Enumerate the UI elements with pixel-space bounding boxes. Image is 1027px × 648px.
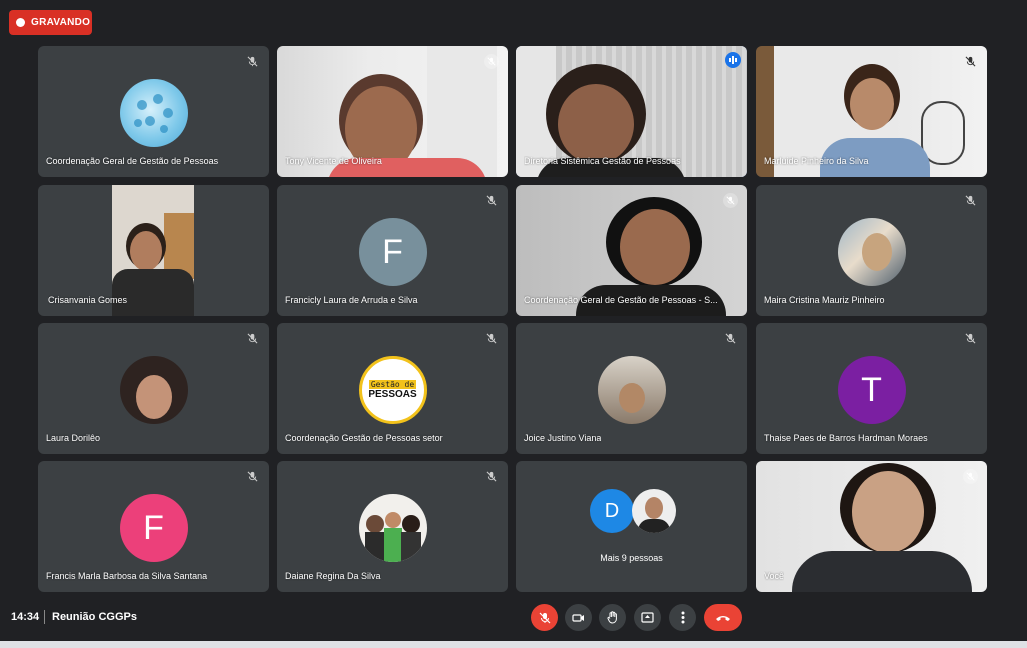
hand-icon — [606, 611, 617, 624]
mic-off-icon — [484, 469, 499, 484]
divider — [44, 610, 45, 624]
participant-name: Marluide Pinheiro da Silva — [764, 156, 869, 166]
participant-tile[interactable]: Crisanvania Gomes — [38, 185, 269, 316]
camera-icon — [572, 613, 584, 622]
participant-avatar — [597, 356, 666, 424]
mic-off-icon — [245, 54, 260, 69]
participant-name: Daiane Regina Da Silva — [285, 571, 381, 581]
participant-tile[interactable]: Coordenação Geral de Gestão de Pessoas — [38, 46, 269, 177]
participant-avatar: F — [119, 494, 188, 562]
present-icon — [641, 612, 654, 623]
participant-tile[interactable]: Daiane Regina Da Silva — [277, 461, 508, 592]
participant-tile[interactable]: F Francicly Laura de Arruda e Silva — [277, 185, 508, 316]
mic-off-icon — [245, 331, 260, 346]
mic-off-icon — [484, 331, 499, 346]
participant-tile[interactable]: Marluide Pinheiro da Silva — [756, 46, 987, 177]
mic-off-icon — [963, 469, 978, 484]
more-participants-tile[interactable]: D Mais 9 pessoas — [516, 461, 747, 592]
participant-tile[interactable]: Gestão de PESSOAS Coordenação Gestão de … — [277, 323, 508, 454]
mic-off-icon — [963, 193, 978, 208]
mic-off-icon — [963, 54, 978, 69]
end-call-button[interactable] — [704, 604, 742, 631]
participant-name: Coordenação Gestão de Pessoas setor — [285, 433, 443, 443]
participant-tile[interactable]: T Thaise Paes de Barros Hardman Moraes — [756, 323, 987, 454]
self-video — [756, 461, 987, 592]
participant-name: Laura Dorilêo — [46, 433, 101, 443]
present-screen-button[interactable] — [634, 604, 661, 631]
participant-name: Coordenação Geral de Gestão de Pessoas — [46, 156, 219, 166]
participant-avatar: T — [837, 356, 906, 424]
participant-name: Maira Cristina Mauriz Pinheiro — [764, 295, 885, 305]
participant-name: Joice Justino Viana — [524, 433, 602, 443]
os-taskbar — [0, 641, 1027, 648]
record-dot-icon — [16, 18, 25, 27]
meeting-controls-bar: 14:34 Reunião CGGPs — [0, 597, 1027, 641]
participant-tile[interactable]: Maira Cristina Mauriz Pinheiro — [756, 185, 987, 316]
self-tile[interactable]: Você — [756, 461, 987, 592]
mic-off-icon — [484, 54, 499, 69]
participant-tile[interactable]: Coordenação Geral de Gestão de Pessoas -… — [516, 185, 747, 316]
more-participants-label: Mais 9 pessoas — [600, 553, 663, 563]
mic-off-icon — [963, 331, 978, 346]
participant-name: Thaise Paes de Barros Hardman Moraes — [764, 433, 928, 443]
mic-off-icon — [539, 612, 550, 623]
speaking-indicator-icon — [725, 52, 741, 68]
participant-name: Crisanvania Gomes — [48, 295, 128, 305]
participant-avatar — [632, 489, 676, 533]
participant-avatar-logo: Gestão de PESSOAS — [358, 356, 427, 424]
participant-avatar — [119, 79, 188, 147]
meeting-time: 14:34 — [11, 611, 40, 623]
recording-badge: GRAVANDO — [9, 10, 92, 35]
participant-tile[interactable]: Joice Justino Viana — [516, 323, 747, 454]
more-vert-icon — [681, 611, 684, 624]
self-name: Você — [764, 571, 785, 581]
recording-label: GRAVANDO — [31, 17, 91, 28]
mic-off-icon — [723, 193, 738, 208]
participant-tile[interactable]: Tony Vicente de Oliveira — [277, 46, 508, 177]
meeting-title: Reunião CGGPs — [52, 611, 137, 623]
mic-off-icon — [245, 469, 260, 484]
participant-name: Francis Marla Barbosa da Silva Santana — [46, 571, 208, 581]
participant-tile[interactable]: F Francis Marla Barbosa da Silva Santana — [38, 461, 269, 592]
logo-bottom-text: PESSOAS — [368, 389, 417, 400]
raise-hand-button[interactable] — [599, 604, 626, 631]
microphone-toggle-button[interactable] — [531, 604, 558, 631]
participant-tile[interactable]: Laura Dorilêo — [38, 323, 269, 454]
participant-name: Coordenação Geral de Gestão de Pessoas -… — [524, 295, 718, 305]
participant-avatar — [119, 356, 188, 424]
logo-top-text: Gestão de — [368, 380, 417, 389]
hang-up-icon — [716, 615, 730, 621]
participant-avatar — [358, 494, 427, 562]
participant-avatar: D — [590, 489, 634, 533]
mic-off-icon — [484, 193, 499, 208]
participant-avatar — [837, 218, 906, 286]
participant-name: Diretoria Sistêmica Gestão de Pessoas — [524, 156, 681, 166]
participant-avatar: F — [358, 218, 427, 286]
mic-off-icon — [723, 331, 738, 346]
camera-toggle-button[interactable] — [565, 604, 592, 631]
participant-name: Tony Vicente de Oliveira — [285, 156, 382, 166]
more-options-button[interactable] — [669, 604, 696, 631]
participant-tile-speaking[interactable]: Diretoria Sistêmica Gestão de Pessoas — [516, 46, 747, 177]
participant-name: Francicly Laura de Arruda e Silva — [285, 295, 418, 305]
